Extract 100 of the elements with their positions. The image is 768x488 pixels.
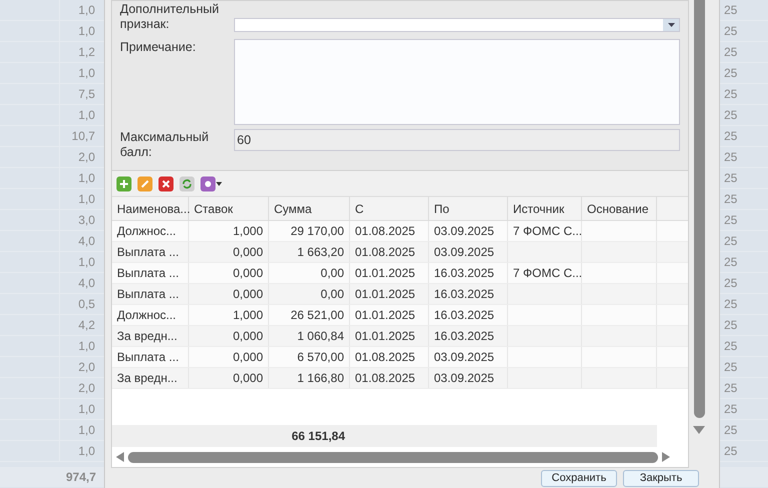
cell-value: 25 xyxy=(723,380,738,397)
cell-value: 25 xyxy=(723,2,738,19)
field-label: Максимальный балл: xyxy=(120,129,210,160)
refresh-icon xyxy=(179,176,195,192)
cell-value: 0,5 xyxy=(77,296,96,313)
column-header[interactable]: Сумма xyxy=(269,197,350,220)
cell-value: 1,0 xyxy=(77,2,96,19)
table-cell: За вредн... xyxy=(112,326,189,346)
table-cell: Выплата ... xyxy=(112,263,189,283)
table-cell: 03.09.2025 xyxy=(429,221,508,241)
cell-value: 25 xyxy=(723,338,738,355)
table-cell: 0,00 xyxy=(269,284,350,304)
refresh-button[interactable] xyxy=(179,176,195,192)
scroll-left-icon[interactable] xyxy=(116,452,124,462)
pencil-button[interactable] xyxy=(137,176,153,192)
table-cell: 0,000 xyxy=(189,242,269,262)
table-cell: 16.03.2025 xyxy=(429,305,508,325)
table-cell: 7 ФОМС С... xyxy=(508,221,582,241)
cell-value: 4,0 xyxy=(77,233,96,250)
cell-value: 25 xyxy=(723,44,738,61)
table-cell: 1 166,80 xyxy=(269,368,350,388)
total-value: 974,7 xyxy=(64,469,96,486)
table-cell: 16.03.2025 xyxy=(429,263,508,283)
table-cell: 29 170,00 xyxy=(269,221,350,241)
cell-value: 1,0 xyxy=(77,170,96,187)
table-cell: 01.08.2025 xyxy=(350,347,429,367)
table-cell: 0,000 xyxy=(189,284,269,304)
cell-value: 2,0 xyxy=(77,359,96,376)
add-icon xyxy=(116,176,132,192)
table-cell: 01.01.2025 xyxy=(350,263,429,283)
table-cell: 01.08.2025 xyxy=(350,368,429,388)
scroll-right-icon[interactable] xyxy=(662,452,670,462)
delete-button[interactable] xyxy=(158,176,174,192)
add-button[interactable] xyxy=(116,176,132,192)
cell-value: 1,2 xyxy=(77,44,96,61)
cell-value: 25 xyxy=(723,149,738,166)
table-cell: Должнос... xyxy=(112,221,189,241)
table-cell: 01.08.2025 xyxy=(350,221,429,241)
table-cell: Выплата ... xyxy=(112,347,189,367)
cell-value: 25 xyxy=(723,275,738,292)
table-cell: 0,000 xyxy=(189,326,269,346)
column-header[interactable]: С xyxy=(350,197,429,220)
cell-value: 25 xyxy=(723,317,738,334)
cell-value: 25 xyxy=(723,128,738,145)
field-label: Дополнительный признак: xyxy=(120,1,220,32)
column-header[interactable]: По xyxy=(429,197,508,220)
delete-icon xyxy=(158,176,174,192)
cell-value: 25 xyxy=(723,170,738,187)
column-header[interactable]: Наименова... xyxy=(112,197,189,220)
cell-value: 25 xyxy=(723,443,738,460)
horizontal-scrollbar[interactable] xyxy=(128,452,658,462)
cell-value: 1,0 xyxy=(77,23,96,40)
vertical-scrollbar[interactable] xyxy=(694,0,704,418)
table-cell: 7 ФОМС С... xyxy=(508,263,582,283)
column-header[interactable]: Ставок xyxy=(189,197,269,220)
column-header[interactable]: Источник xyxy=(508,197,582,220)
caret-icon xyxy=(668,23,674,27)
table-cell: 26 521,00 xyxy=(269,305,350,325)
cell-value: 1,0 xyxy=(77,65,96,82)
table-cell: 0,00 xyxy=(269,263,350,283)
table-cell: 16.03.2025 xyxy=(429,326,508,346)
note-field[interactable] xyxy=(234,39,680,125)
cell-value: 25 xyxy=(723,23,738,40)
table-cell: 03.09.2025 xyxy=(429,347,508,367)
table-cell: 01.01.2025 xyxy=(350,326,429,346)
table-cell: 16.03.2025 xyxy=(429,284,508,304)
caret-icon xyxy=(216,182,222,186)
table-cell: Выплата ... xyxy=(112,242,189,262)
scroll-down-icon[interactable] xyxy=(693,426,705,434)
score-field[interactable]: 60 xyxy=(234,129,680,151)
cell-value: 25 xyxy=(723,422,738,439)
cell-value: 25 xyxy=(723,212,738,229)
cell-value: 25 xyxy=(723,233,738,250)
table-cell: 03.09.2025 xyxy=(429,368,508,388)
cell-value: 1,0 xyxy=(77,191,96,208)
cell-value: 1,0 xyxy=(77,422,96,439)
cell-value: 25 xyxy=(723,401,738,418)
dialog-button[interactable]: Закрыть xyxy=(623,470,699,487)
table-cell: 01.01.2025 xyxy=(350,305,429,325)
table-cell: 6 570,00 xyxy=(269,347,350,367)
field-label: Примечание: xyxy=(120,39,197,55)
dialog-button[interactable]: Сохранить xyxy=(541,470,617,487)
table-cell: 1,000 xyxy=(189,305,269,325)
cell-value: 25 xyxy=(723,191,738,208)
cell-value: 3,0 xyxy=(77,212,96,229)
cell-value: 7,5 xyxy=(77,86,96,103)
cell-value: 25 xyxy=(723,359,738,376)
table-cell: 03.09.2025 xyxy=(429,242,508,262)
table-cell: Должнос... xyxy=(112,305,189,325)
summary-total: 66 151,84 xyxy=(290,428,346,445)
table-cell: За вредн... xyxy=(112,368,189,388)
table-cell: 0,000 xyxy=(189,368,269,388)
dropdown-button[interactable] xyxy=(663,19,679,31)
cell-value: 4,2 xyxy=(77,317,96,334)
combo-field[interactable] xyxy=(234,18,680,32)
table-cell: 01.01.2025 xyxy=(350,284,429,304)
cell-value: 25 xyxy=(723,65,738,82)
table-cell: 1,000 xyxy=(189,221,269,241)
cell-value: 1,0 xyxy=(77,401,96,418)
column-header[interactable]: Основание xyxy=(582,197,657,220)
